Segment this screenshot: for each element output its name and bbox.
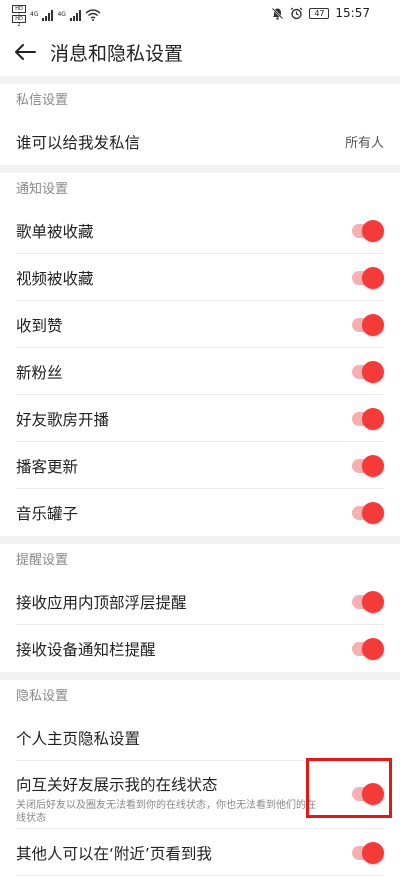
page-title: 消息和隐私设置 [50,42,184,65]
setting-notification-bar: 接收设备通知栏提醒 [0,625,400,672]
toggle-switch[interactable] [352,501,384,524]
toggle-switch[interactable] [352,637,384,660]
toggle-knob [362,407,384,430]
sim2-icon: HD 2 [12,15,26,28]
signal-icon-2 [69,9,81,21]
toggle-knob [362,841,384,864]
setting-homepage-privacy[interactable]: 个人主页隐私设置 [0,714,400,761]
setting-who-can-message[interactable]: 谁可以给我发私信 所有人 [0,118,400,165]
mute-bell-icon [272,7,284,20]
highlight-box [306,758,392,818]
sim-indicators: HD 1 HD 2 [12,5,26,28]
setting-playlist-collected: 歌单被收藏 [0,207,400,254]
setting-text-block: 向互关好友展示我的在线状态 关闭后好友以及圈友无法看到你的在线状态，你也无法看到… [16,773,316,825]
setting-label: 接收设备通知栏提醒 [16,640,156,659]
sim1-icon: HD 1 [12,5,26,18]
section-divider [0,536,400,544]
toggle-switch[interactable] [352,313,384,336]
toggle-knob [362,637,384,660]
toggle-knob [362,360,384,383]
setting-value: 所有人 [344,136,384,151]
section-divider [0,76,400,84]
setting-in-app-banner: 接收应用内顶部浮层提醒 [0,578,400,625]
setting-label: 谁可以给我发私信 [16,133,141,152]
section-title-private-msg: 私信设置 [16,93,69,108]
setting-label: 接收应用内顶部浮层提醒 [16,593,187,612]
toggle-switch[interactable] [352,266,384,289]
setting-music-jar: 音乐罐子 [0,489,400,536]
toggle-knob [362,219,384,242]
setting-label: 歌单被收藏 [16,222,94,241]
setting-label: 向互关好友展示我的在线状态 [16,776,218,794]
section-title-remind: 提醒设置 [16,553,69,568]
setting-label: 其他人可以在‘附近’页看到我 [16,844,212,863]
setting-label: 好友歌房开播 [16,410,110,429]
setting-description: 关闭后好友以及圈友无法看到你的在线状态，你也无法看到他们的在线状态 [16,800,316,824]
toggle-knob [362,454,384,477]
toggle-knob [362,590,384,613]
alarm-icon [291,7,303,19]
setting-received-likes: 收到赞 [0,301,400,348]
setting-nearby-visible: 其他人可以在‘附近’页看到我 [0,829,400,876]
setting-video-collected: 视频被收藏 [0,254,400,301]
header: 消息和隐私设置 [0,28,400,76]
wifi-icon [85,8,101,21]
setting-label: 播客更新 [16,457,79,476]
status-left: HD 1 HD 2 4G 4G [12,5,101,28]
toggle-switch[interactable] [352,590,384,613]
setting-label: 新粉丝 [16,363,63,382]
setting-podcast-update: 播客更新 [0,442,400,489]
setting-label: 视频被收藏 [16,269,94,288]
toggle-knob [362,313,384,336]
toggle-switch[interactable] [352,841,384,864]
status-right: 47 15:57 [271,6,370,20]
toggle-switch[interactable] [352,219,384,242]
back-button[interactable] [0,28,50,76]
toggle-knob [362,501,384,524]
section-divider [0,165,400,173]
signal-icon-1 [42,9,54,21]
section-divider [0,672,400,680]
battery-icon: 47 [309,7,330,19]
section-title-notify: 通知设置 [16,182,69,197]
setting-label: 音乐罐子 [16,504,79,523]
setting-label: 个人主页隐私设置 [16,729,141,748]
toggle-switch[interactable] [352,407,384,430]
network-type-1: 4G [30,11,39,18]
toggle-switch[interactable] [352,454,384,477]
arrow-left-icon [15,44,36,60]
section-title-privacy: 隐私设置 [16,689,69,704]
status-time: 15:57 [335,6,370,20]
setting-new-followers: 新粉丝 [0,348,400,395]
network-type-2: 4G [57,11,66,18]
setting-next-partial [0,876,400,888]
status-bar: HD 1 HD 2 4G 4G 47 15:57 [0,0,400,28]
toggle-switch[interactable] [352,360,384,383]
setting-friend-room-live: 好友歌房开播 [0,395,400,442]
setting-label: 收到赞 [16,316,63,335]
toggle-knob [362,266,384,289]
